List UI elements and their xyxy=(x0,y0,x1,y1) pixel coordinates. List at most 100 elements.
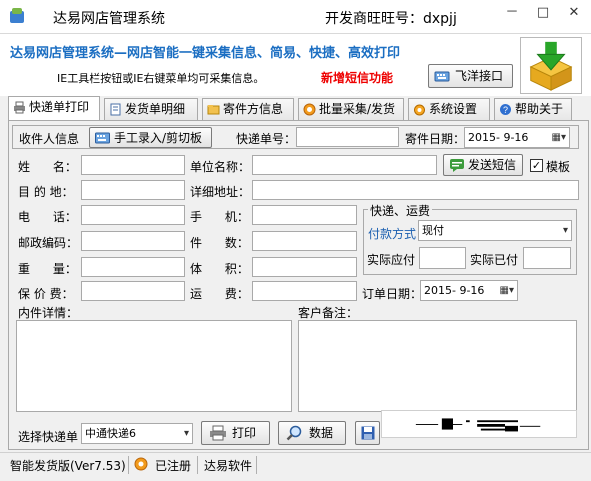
name-input[interactable] xyxy=(81,155,185,175)
calendar-dropdown-icon: ▦▾ xyxy=(551,132,566,143)
customer-remark-label: 客户备注： xyxy=(298,306,359,320)
postcode-input[interactable] xyxy=(81,231,185,251)
weight-input[interactable] xyxy=(81,257,185,277)
address-input[interactable] xyxy=(252,180,579,200)
capture-tip: IE工具栏按钮或IE右键菜单均可采集信息。 xyxy=(57,72,265,85)
tab-sender-info[interactable]: 寄件方信息 xyxy=(202,98,294,120)
tab-system-settings[interactable]: 系统设置 xyxy=(408,98,490,120)
window-title: 达易网店管理系统 xyxy=(53,11,165,27)
company-input[interactable] xyxy=(252,155,437,175)
tab-label: 系统设置 xyxy=(429,102,478,116)
registration-status: 已注册 xyxy=(155,459,192,473)
manual-entry-button[interactable]: 手工录入/剪切板 xyxy=(89,127,212,148)
content-detail-textarea[interactable] xyxy=(16,320,292,412)
freight-label: 运 费： xyxy=(190,287,249,301)
pieces-input[interactable] xyxy=(252,231,357,251)
chevron-down-icon: ▾ xyxy=(562,225,568,236)
data-button[interactable]: 数据 xyxy=(278,421,346,445)
tab-label: 批量采集/发货 xyxy=(319,102,396,116)
maximize-button[interactable]: □ xyxy=(528,0,558,26)
search-icon xyxy=(286,425,302,441)
save-icon xyxy=(361,426,375,440)
edition-status: 智能发货版(Ver7.53) xyxy=(10,459,126,473)
order-date-value: 2015- 9-16 xyxy=(424,284,485,297)
tab-express-print[interactable]: 快递单打印 xyxy=(8,96,100,120)
keyboard-icon xyxy=(434,71,450,82)
payment-method-select[interactable]: 现付 ▾ xyxy=(418,220,572,241)
destination-input[interactable] xyxy=(81,180,185,200)
developer-contact: 开发商旺旺号：dxpjj xyxy=(325,11,457,27)
payable-label: 实际应付 xyxy=(367,253,416,267)
tab-label: 帮助关于 xyxy=(515,102,564,116)
phone-label: 电 话： xyxy=(18,210,77,224)
registered-icon xyxy=(134,457,148,471)
tracking-no-label: 快递单号： xyxy=(236,132,297,146)
tab-help-about[interactable]: ? 帮助关于 xyxy=(494,98,572,120)
tab-shipping-detail[interactable]: 发货单明细 xyxy=(104,98,198,120)
send-date-label: 寄件日期： xyxy=(405,132,466,146)
send-date-picker[interactable]: 2015- 9-16 ▦▾ xyxy=(464,127,570,148)
tab-label: 寄件方信息 xyxy=(223,102,284,116)
payment-method-value: 现付 xyxy=(422,224,444,237)
status-divider xyxy=(256,456,257,474)
template-checkbox[interactable]: ✓ xyxy=(530,159,543,172)
mobile-input[interactable] xyxy=(252,205,357,225)
document-icon xyxy=(110,103,121,116)
app-icon xyxy=(10,8,24,23)
payment-method-label: 付款方式 xyxy=(368,227,417,241)
tab-batch-collect[interactable]: 批量采集/发货 xyxy=(298,98,404,120)
courier-template-select[interactable]: 中通快递6 ▾ xyxy=(81,423,193,444)
batch-icon xyxy=(303,103,316,116)
slogan: 达易网店管理系统—网店智能一键采集信息、简易、快捷、高效打印 xyxy=(10,46,401,61)
company-label: 单位名称： xyxy=(190,160,251,174)
barcode-preview xyxy=(381,410,577,438)
address-label: 详细地址： xyxy=(190,185,251,199)
insured-fee-input[interactable] xyxy=(81,281,185,301)
postcode-label: 邮政编码： xyxy=(18,236,79,250)
feixiang-interface-button[interactable]: 飞洋接口 xyxy=(428,64,513,88)
customer-remark-textarea[interactable] xyxy=(298,320,577,412)
minimize-button[interactable]: － xyxy=(497,0,527,26)
volume-label: 体 积： xyxy=(190,262,249,276)
mobile-label: 手 机： xyxy=(190,210,249,224)
recipient-info-label: 收件人信息 xyxy=(19,132,80,146)
manual-entry-label: 手工录入/剪切板 xyxy=(114,131,203,145)
send-sms-button[interactable]: 发送短信 xyxy=(443,154,523,176)
status-divider xyxy=(128,456,129,474)
destination-label: 目 的 地： xyxy=(18,185,74,199)
print-button[interactable]: 打印 xyxy=(201,421,270,445)
pieces-label: 件 数： xyxy=(190,236,249,250)
svg-text:?: ? xyxy=(503,105,508,115)
status-divider xyxy=(197,456,198,474)
paid-input[interactable] xyxy=(523,247,571,269)
calendar-dropdown-icon: ▦▾ xyxy=(499,285,514,296)
tab-label: 发货单明细 xyxy=(125,102,186,116)
courier-select-label: 选择快递单 xyxy=(18,430,79,444)
help-icon: ? xyxy=(500,104,511,115)
volume-input[interactable] xyxy=(252,257,357,277)
payable-input[interactable] xyxy=(419,247,466,269)
close-button[interactable]: ✕ xyxy=(559,0,589,26)
data-label: 数据 xyxy=(309,426,334,440)
courier-template-value: 中通快递6 xyxy=(85,427,136,440)
settings-icon xyxy=(414,104,425,116)
tab-label: 快递单打印 xyxy=(29,100,90,114)
name-label: 姓 名： xyxy=(18,160,77,174)
weight-label: 重 量： xyxy=(18,262,77,276)
sms-icon xyxy=(450,159,464,172)
tracking-no-input[interactable] xyxy=(296,127,399,147)
order-date-picker[interactable]: 2015- 9-16 ▦▾ xyxy=(420,280,518,301)
paid-label: 实际已付 xyxy=(470,253,519,267)
company-status: 达易软件 xyxy=(204,459,253,473)
freight-input[interactable] xyxy=(252,281,357,301)
download-box-icon[interactable] xyxy=(520,37,582,94)
order-date-label: 订单日期： xyxy=(362,287,423,301)
tab-bar: 快递单打印 发货单明细 寄件方信息 批量采集/发货 系统设置 ? 帮助关于 xyxy=(8,96,588,120)
chevron-down-icon: ▾ xyxy=(183,428,189,439)
save-button[interactable] xyxy=(355,421,380,445)
printer-icon xyxy=(210,425,226,441)
folder-icon xyxy=(207,105,220,115)
content-detail-label: 内件详情： xyxy=(18,306,79,320)
phone-input[interactable] xyxy=(81,205,185,225)
insured-fee-label: 保 价 费： xyxy=(18,287,74,301)
